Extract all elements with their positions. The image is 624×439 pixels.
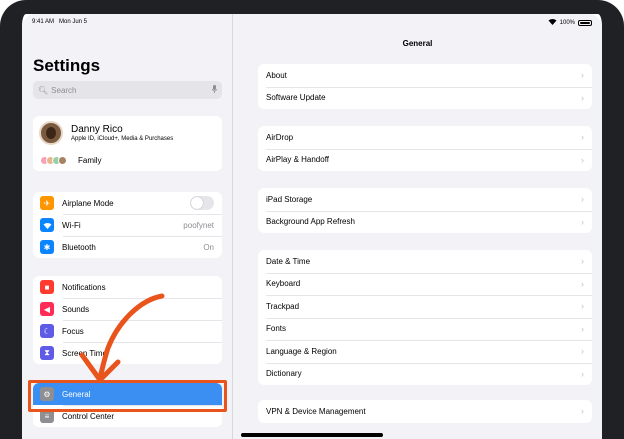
sidebar-item-label: Wi-Fi [62,220,81,230]
sidebar-item-airplane-mode[interactable]: ✈︎ Airplane Mode [33,192,222,214]
detail-group-vpn: VPN & Device Management › [258,400,592,423]
home-indicator[interactable] [241,433,383,437]
chevron-right-icon: › [581,323,584,334]
sidebar-item-screen-time[interactable]: ⧗ Screen Time [33,342,222,364]
annotation-highlight-box [28,380,227,412]
chevron-right-icon: › [581,278,584,289]
list-item[interactable]: AirPlay & Handoff › [258,148,592,172]
detail-group-datetime: Date & Time › Keyboard › Trackpad › Fonts › … [258,250,592,385]
list-item[interactable]: Background App Refresh › [258,210,592,234]
sidebar-item-sounds[interactable]: ◀ Sounds [33,298,222,320]
wifi-icon [40,218,54,232]
sidebar-title: Settings [33,56,101,75]
list-item[interactable]: VPN & Device Management › [258,400,592,423]
chevron-right-icon: › [581,70,584,81]
list-item[interactable]: AirDrop › [258,126,592,149]
search-field[interactable]: 🔍︎ Search [33,81,222,99]
list-item[interactable]: Fonts › [258,317,592,341]
microphone-icon[interactable] [212,85,217,95]
list-item[interactable]: Software Update › [258,86,592,110]
sidebar-item-notifications[interactable]: ■ Notifications [33,276,222,298]
apple-id-row[interactable]: Danny Rico Apple ID, iCloud+, Media & Pu… [33,116,222,149]
family-label: Family [78,155,102,165]
list-item-label: Trackpad [266,301,300,311]
battery-icon [578,19,592,26]
list-item-label: Software Update [266,93,326,103]
hourglass-icon: ⧗ [40,346,54,360]
list-item[interactable]: Language & Region › [258,340,592,363]
search-placeholder: Search [51,85,77,95]
list-item[interactable]: Trackpad › [258,295,592,318]
general-detail-pane: General About › Software Update › AirDrop ›… [233,14,602,439]
family-row[interactable]: Family [33,149,222,171]
sidebar-item-label: Control Center [62,411,115,421]
connectivity-group: ✈︎ Airplane Mode Wi-Fi poofynet ✱︎ Bluet… [33,192,222,258]
chevron-right-icon: › [581,346,584,357]
sidebar-item-label: Airplane Mode [62,198,114,208]
status-time: 9:41 AM [32,19,55,25]
chevron-right-icon: › [581,406,584,417]
chevron-right-icon: › [581,256,584,267]
chevron-right-icon: › [581,154,584,165]
list-item[interactable]: About › [258,64,592,87]
page-title: General [402,39,433,48]
settings-sidebar: Settings 🔍︎ Search Danny Rico Apple ID, … [22,14,233,439]
detail-group-about: About › Software Update › [258,64,592,109]
list-item[interactable]: iPad Storage › [258,188,592,211]
chevron-right-icon: › [581,132,584,143]
list-item-label: Keyboard [266,279,301,289]
battery-percent: 100% [559,19,575,26]
bluetooth-value: On [203,242,214,252]
status-date: Mon Jun 5 [59,19,88,25]
moon-icon: ☾ [40,324,54,338]
ipad-frame: 9:41 AM Mon Jun 5 100% Settings 🔍︎ Searc… [0,0,624,439]
chevron-right-icon: › [581,368,584,379]
list-item-label: Language & Region [266,346,337,356]
bluetooth-icon: ✱︎ [40,240,54,254]
avatar [39,120,63,145]
profile-text: Danny Rico Apple ID, iCloud+, Media & Pu… [71,124,173,142]
list-item-label: VPN & Device Management [266,406,366,416]
status-bar: 9:41 AM Mon Jun 5 100% [22,14,602,30]
sidebar-item-label: Screen Time [62,348,107,358]
list-item[interactable]: Dictionary › [258,362,592,386]
status-right: 100% [548,18,592,27]
sidebar-item-bluetooth[interactable]: ✱︎ Bluetooth On [33,236,222,258]
search-icon: 🔍︎ [38,85,49,95]
list-item-label: Dictionary [266,369,302,379]
airplane-mode-toggle[interactable] [190,196,214,210]
family-avatars-icon [40,155,67,165]
list-item-label: About [266,70,287,80]
airplane-icon: ✈︎ [40,196,54,210]
list-item-label: iPad Storage [266,194,313,204]
list-item-label: Background App Refresh [266,217,355,227]
list-item[interactable]: Date & Time › [258,250,592,273]
sidebar-item-label: Notifications [62,282,106,292]
list-item-label: AirDrop [266,132,294,142]
list-item[interactable]: Keyboard › [258,272,592,296]
sidebar-item-label: Focus [62,326,84,336]
sidebar-item-label: Bluetooth [62,242,96,252]
notifications-group: ■ Notifications ◀ Sounds ☾ Focus ⧗ Scree… [33,276,222,364]
sidebar-item-focus[interactable]: ☾ Focus [33,320,222,342]
chevron-right-icon: › [581,92,584,103]
list-item-label: Date & Time [266,256,311,266]
sidebar-item-wifi[interactable]: Wi-Fi poofynet [33,214,222,236]
list-item-label: Fonts [266,324,287,334]
chevron-right-icon: › [581,194,584,205]
detail-group-airdrop: AirDrop › AirPlay & Handoff › [258,126,592,171]
profile-group: Danny Rico Apple ID, iCloud+, Media & Pu… [33,116,222,171]
profile-name: Danny Rico [71,123,123,135]
profile-subtitle: Apple ID, iCloud+, Media & Purchases [71,135,174,142]
bell-icon: ■ [40,280,54,294]
detail-group-storage: iPad Storage › Background App Refresh › [258,188,592,233]
wifi-status-icon [548,18,557,27]
chevron-right-icon: › [581,216,584,227]
sidebar-item-label: Sounds [62,304,90,314]
list-item-label: AirPlay & Handoff [266,155,329,165]
ipad-screen: 9:41 AM Mon Jun 5 100% Settings 🔍︎ Searc… [22,14,602,439]
chevron-right-icon: › [581,301,584,312]
speaker-icon: ◀ [40,302,54,316]
wifi-network-value: poofynet [183,220,214,230]
